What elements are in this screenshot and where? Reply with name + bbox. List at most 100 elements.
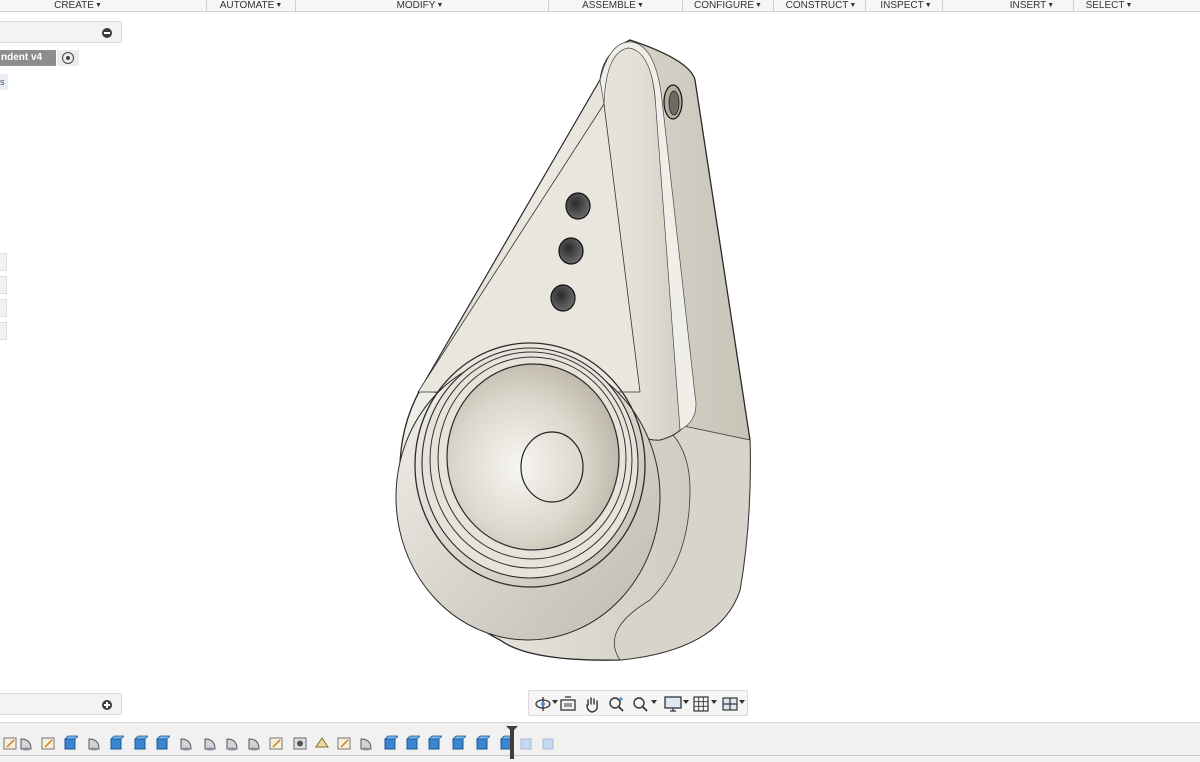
timeline-feature-sketch-icon[interactable] (40, 735, 56, 751)
timeline-feature-sketch-icon[interactable] (336, 735, 352, 751)
assemble-menu-label: ASSEMBLE (582, 0, 636, 11)
timeline-track (0, 755, 1200, 756)
grid-settings-button[interactable] (692, 694, 710, 714)
browser-panel-header (0, 21, 122, 43)
activate-component-button[interactable] (57, 50, 79, 66)
look-at-button[interactable] (559, 694, 577, 714)
radio-dot-icon (66, 56, 70, 60)
timeline-feature-construct-icon[interactable] (314, 735, 330, 751)
timeline-feature-extrude-icon[interactable] (404, 735, 421, 751)
display-settings-icon (664, 696, 682, 712)
timeline-feature-revolve-icon[interactable] (202, 735, 218, 751)
chevron-down-icon[interactable] (711, 700, 717, 704)
timeline-feature-extrude-icon[interactable] (108, 735, 125, 751)
automate-menu-label: AUTOMATE (219, 0, 275, 11)
chevron-down-icon: ▼ (755, 2, 762, 9)
display-settings-button[interactable] (663, 694, 683, 714)
model-hole-3 (550, 284, 576, 312)
chevron-down-icon: ▼ (436, 2, 444, 9)
construct-menu[interactable]: CONSTRUCT▼ (780, 0, 862, 12)
timeline-feature-revolve-icon[interactable] (178, 735, 194, 751)
modify-menu[interactable]: MODIFY▼ (384, 0, 456, 12)
timeline-feature-hole-icon[interactable] (292, 735, 308, 751)
expand-icon[interactable] (102, 700, 112, 710)
timeline-feature-extrude-icon[interactable] (62, 735, 79, 751)
collapse-icon[interactable] (102, 28, 112, 38)
timeline-feature-extrude-icon[interactable] (132, 735, 149, 751)
main-toolbar: CREATE▼ AUTOMATE▼ MODIFY▼ ASSEMBLE▼ CONF… (0, 0, 1200, 12)
timeline-feature-revolve-icon[interactable] (86, 735, 102, 751)
toolbar-divider (682, 0, 683, 12)
viewports-button[interactable] (721, 694, 739, 714)
toolbar-divider (865, 0, 866, 12)
zoom-button[interactable] (607, 694, 625, 714)
toolbar-divider (1073, 0, 1074, 12)
toolbar-divider (206, 0, 207, 12)
chevron-down-icon: ▼ (275, 2, 283, 9)
fusion-workspace: CREATE▼ AUTOMATE▼ MODIFY▼ ASSEMBLE▼ CONF… (0, 0, 1200, 762)
timeline-feature-suppressed-icon[interactable] (518, 735, 534, 751)
chevron-down-icon[interactable] (651, 700, 657, 704)
timeline-feature-sketch-icon[interactable] (268, 735, 284, 751)
model-viewport[interactable] (390, 38, 760, 668)
select-menu[interactable]: SELECT▼ (1076, 0, 1142, 12)
create-menu-label: CREATE (54, 0, 94, 11)
chevron-down-icon[interactable] (683, 700, 689, 704)
orbit-icon (535, 697, 551, 711)
panel-side-tab[interactable] (0, 276, 7, 294)
pan-icon (586, 697, 598, 713)
construct-menu-label: CONSTRUCT (785, 0, 849, 11)
panel-side-tab[interactable] (0, 299, 7, 317)
comments-panel-header (0, 693, 122, 715)
timeline-marker[interactable] (506, 726, 518, 759)
chevron-down-icon[interactable] (739, 700, 745, 704)
insert-menu-label: INSERT (1009, 0, 1047, 11)
orbit-button[interactable] (534, 694, 552, 714)
toolbar-divider (295, 0, 296, 12)
automate-menu[interactable]: AUTOMATE▼ (212, 0, 290, 12)
timeline-feature-extrude-icon[interactable] (450, 735, 467, 751)
navigation-bar (528, 690, 748, 716)
assemble-menu[interactable]: ASSEMBLE▼ (573, 0, 653, 12)
inspect-menu[interactable]: INSPECT▼ (870, 0, 942, 12)
browser-tree-item[interactable]: s (0, 74, 8, 90)
timeline-feature-extrude-icon[interactable] (426, 735, 443, 751)
timeline-feature-sketch-icon[interactable] (2, 735, 18, 751)
chevron-down-icon: ▼ (1047, 2, 1055, 9)
model-hole-2 (558, 237, 584, 265)
look-at-icon (560, 696, 576, 711)
tree-item-label: s (0, 77, 5, 87)
timeline-feature-extrude-icon[interactable] (154, 735, 171, 751)
document-node[interactable]: ndent v4 (0, 50, 56, 66)
timeline-feature-extrude-icon[interactable] (474, 735, 491, 751)
zoom-icon (609, 697, 624, 712)
chevron-down-icon: ▼ (849, 2, 857, 9)
create-menu[interactable]: CREATE▼ (42, 0, 114, 12)
model-hole-1 (565, 192, 591, 220)
fit-icon (633, 697, 648, 712)
timeline-feature-revolve-icon[interactable] (358, 735, 374, 751)
select-menu-label: SELECT (1085, 0, 1125, 11)
document-name: ndent v4 (1, 52, 43, 63)
chevron-down-icon: ▼ (94, 2, 102, 9)
grid-settings-icon (693, 696, 709, 712)
pan-button[interactable] (583, 694, 601, 714)
chevron-down-icon: ▼ (924, 2, 932, 9)
panel-side-tab[interactable] (0, 322, 7, 340)
modify-menu-label: MODIFY (396, 0, 436, 11)
model-dish (446, 363, 620, 551)
fit-button[interactable] (631, 694, 649, 714)
timeline-feature-suppressed-icon[interactable] (540, 735, 556, 751)
timeline-feature-revolve-icon[interactable] (18, 735, 34, 751)
panel-side-tab[interactable] (0, 253, 7, 271)
timeline-feature-revolve-icon[interactable] (246, 735, 262, 751)
timeline-feature-extrude-icon[interactable] (382, 735, 399, 751)
insert-menu[interactable]: INSERT▼ (1000, 0, 1064, 12)
toolbar-divider (942, 0, 943, 12)
chevron-down-icon[interactable] (552, 700, 558, 704)
timeline-feature-revolve-icon[interactable] (224, 735, 240, 751)
configure-menu[interactable]: CONFIGURE▼ (688, 0, 768, 12)
inspect-menu-label: INSPECT (880, 0, 924, 11)
chevron-down-icon: ▼ (636, 2, 644, 9)
toolbar-divider (548, 0, 549, 12)
